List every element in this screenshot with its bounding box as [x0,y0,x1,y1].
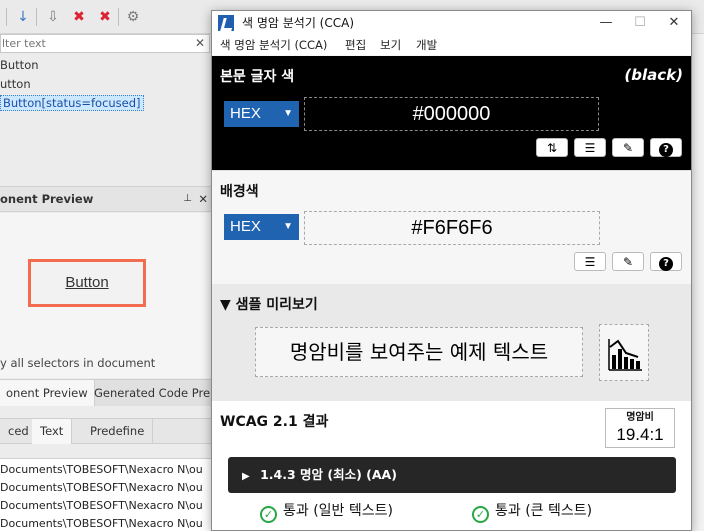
tab-predefine[interactable]: Predefine [82,419,154,444]
output-line: Documents\TOBESOFT\Nexacro N\ou [0,481,203,494]
foreground-hex-field[interactable]: #000000 [304,97,599,131]
swap-colors-button[interactable]: ⇅ [536,138,568,157]
contrast-ratio-box: 명암비 19.4:1 [605,408,675,448]
criterion-expander[interactable]: ▶ 1.4.3 명암 (최소) (AA) [228,457,676,493]
minimize-button[interactable]: — [589,11,623,35]
menu-dev[interactable]: 개발 [416,35,437,55]
cca-window: 색 명암 분석기 (CCA) — ☐ ✕ 색 명암 분석기 (CCA) 편집 보… [211,10,692,531]
ratio-value: 19.4:1 [616,425,664,444]
preview-panel-header: onent Preview ⊥ ✕ [0,186,212,212]
color-name: (black) [624,66,683,84]
wcag-results-section: WCAG 2.1 결과 명암비 19.4:1 ▶ 1.4.3 명암 (최소) (… [212,401,691,530]
toolbar-separator [6,8,7,26]
result-label: 통과 (일반 텍스트) [283,503,393,519]
list-item-selected[interactable]: Button[status=focused] [0,94,210,113]
tab-text[interactable]: Text [32,419,73,444]
sliders-icon: ☰ [584,255,596,269]
foreground-title: 본문 글자 색 [220,69,295,85]
expand-triangle-icon: ▶ [242,471,250,482]
filter-input[interactable] [1,35,191,52]
foreground-eyedropper-button[interactable]: ✎ [612,138,644,157]
component-preview: Button y all selectors in document [0,213,212,378]
list-item[interactable]: utton [0,75,210,94]
delete-all-icon[interactable]: ✖ [96,8,114,26]
output-line: Documents\TOBESOFT\Nexacro N\ou [0,463,203,476]
background-section: 배경색 HEX ▼ #F6F6F6 ☰ ✎ ? [212,170,691,284]
add-selector-icon[interactable]: ↓ [14,8,32,26]
panel-title: onent Preview [0,192,94,206]
foreground-format-select[interactable]: HEX ▼ [224,101,299,127]
bottom-tabs: onent Preview Generated Code Pre... [0,379,229,406]
chevron-down-icon: ▼ [283,221,293,232]
output-line: Documents\TOBESOFT\Nexacro N\ou [0,517,203,530]
preview-button[interactable]: Button [28,259,146,307]
background-help-button[interactable]: ? [650,252,682,271]
ratio-label: 명암비 [626,412,654,423]
menu-cca[interactable]: 색 명암 분석기 (CCA) [220,35,327,55]
output-panel: Documents\TOBESOFT\Nexacro N\ou Document… [0,458,212,531]
eyedropper-icon: ✎ [622,141,634,155]
maximize-button[interactable]: ☐ [623,11,657,35]
background-hex-field[interactable]: #F6F6F6 [304,211,600,245]
sample-text-box: 명암비를 보여주는 예제 텍스트 [255,327,583,377]
style-tabs: ced Text Predefine [0,418,212,444]
sample-preview-section: ▼ 샘플 미리보기 명암비를 보여주는 예제 텍스트 [212,284,691,401]
tab-generated-code[interactable]: Generated Code Pre... [88,380,229,406]
background-sliders-button[interactable]: ☰ [574,252,606,271]
app-icon [218,15,234,31]
chart-icon [608,339,642,371]
close-panel-icon[interactable]: ✕ [198,187,208,211]
filter-field[interactable]: ✕ [0,34,210,53]
format-value: HEX [230,218,261,235]
sliders-icon: ☰ [584,141,596,155]
sample-preview-toggle[interactable]: ▼ 샘플 미리보기 [220,294,318,314]
toolbar-separator [36,8,37,26]
criterion-label: 1.4.3 명암 (최소) (AA) [260,467,397,482]
check-circle-icon: ✓ [472,506,489,523]
delete-icon[interactable]: ✖ [70,8,88,26]
list-item[interactable]: Button [0,56,210,75]
ide-right-strip [692,34,704,531]
menu-bar: 색 명암 분석기 (CCA) 편집 보기 개발 [212,35,691,55]
pass-normal-text: ✓ 통과 (일반 텍스트) [260,501,393,523]
result-label: 통과 (큰 텍스트) [495,503,593,519]
background-title: 배경색 [220,184,259,200]
tab-component-preview[interactable]: onent Preview [0,380,95,406]
menu-view[interactable]: 보기 [380,35,401,55]
format-value: HEX [230,105,261,122]
pass-large-text: ✓ 통과 (큰 텍스트) [472,501,592,523]
close-button[interactable]: ✕ [657,11,691,35]
clear-filter-icon[interactable]: ✕ [195,35,205,52]
window-title: 색 명암 분석기 (CCA) [242,16,355,30]
title-bar[interactable]: 색 명암 분석기 (CCA) — ☐ ✕ [212,11,691,35]
pin-icon[interactable]: ⊥ [183,187,192,211]
foreground-sliders-button[interactable]: ☰ [574,138,606,157]
eyedropper-icon: ✎ [622,255,634,269]
menu-edit[interactable]: 편집 [345,35,366,55]
toolbar-separator [118,8,119,26]
gear-icon[interactable]: ⚙ [124,8,142,26]
wcag-title: WCAG 2.1 결과 [220,414,329,430]
output-line: Documents\TOBESOFT\Nexacro N\ou [0,499,203,512]
move-icon[interactable]: ⇩ [44,8,62,26]
chart-icon-box[interactable] [599,324,649,381]
chevron-down-icon: ▼ [283,108,293,119]
check-circle-icon: ✓ [260,506,277,523]
help-icon: ? [659,143,673,157]
foreground-section: 본문 글자 색 (black) HEX ▼ #000000 ⇅ ☰ ✎ ? [212,56,691,170]
help-icon: ? [659,257,673,271]
background-eyedropper-button[interactable]: ✎ [612,252,644,271]
preview-note: y all selectors in document [0,356,156,370]
background-format-select[interactable]: HEX ▼ [224,214,299,240]
foreground-help-button[interactable]: ? [650,138,682,157]
selector-list: Button utton Button[status=focused] [0,56,210,113]
swap-icon: ⇅ [546,141,558,155]
